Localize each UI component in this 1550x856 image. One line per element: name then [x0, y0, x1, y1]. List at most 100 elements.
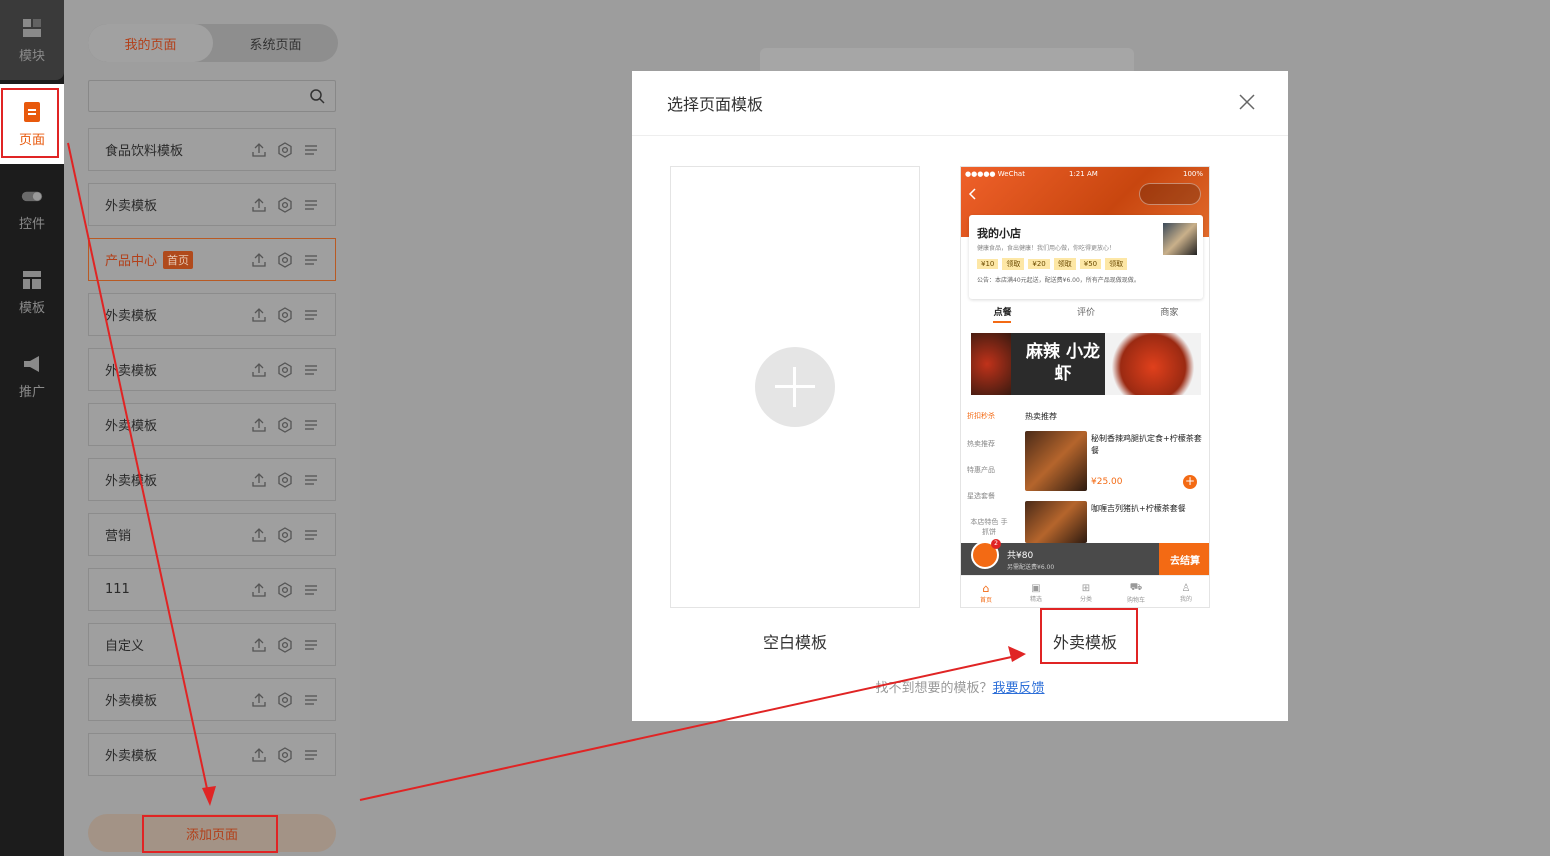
takeaway-template-card[interactable]: ●●●●● WeChat 1:21 AM 100% 我的小店 健康食品，食出健康…: [960, 166, 1210, 608]
shop-notice: 公告：本店满40元起送，配送费¥6.00，所有产品现做现做。: [977, 277, 1140, 284]
rail-item-module[interactable]: 模块: [0, 0, 64, 80]
blank-template-card[interactable]: [670, 166, 920, 608]
drag-handle-icon[interactable]: [303, 362, 319, 378]
settings-icon[interactable]: [277, 307, 293, 323]
feedback-tip: 找不到想要的模板？我要反馈: [632, 677, 1288, 696]
page-list: 食品饮料模板 外卖模板 产品中心 首页 外卖模板 外卖模板 外卖模板 外卖模板 营销 111 自定义…: [88, 128, 336, 796]
search-input[interactable]: [88, 80, 336, 112]
upload-icon[interactable]: [251, 307, 267, 323]
shop-photo: [1163, 223, 1197, 255]
page-list-item[interactable]: 营销: [88, 513, 336, 556]
page-list-item[interactable]: 外卖模板: [88, 293, 336, 336]
preview-carrier: ●●●●● WeChat: [965, 170, 1025, 178]
page-name: 外卖模板: [105, 199, 158, 214]
page-actions: [251, 472, 319, 488]
coupon: ¥50: [1079, 259, 1102, 269]
settings-icon[interactable]: [277, 142, 293, 158]
upload-icon[interactable]: [251, 637, 267, 653]
coupon: 领取: [1002, 258, 1025, 270]
upload-icon[interactable]: [251, 417, 267, 433]
drag-handle-icon[interactable]: [303, 307, 319, 323]
preview-time: 1:21 AM: [1069, 170, 1098, 178]
page-list-item[interactable]: 外卖模板: [88, 183, 336, 226]
tabbar-category: ⊞ 分类: [1061, 576, 1111, 607]
page-list-item[interactable]: 食品饮料模板: [88, 128, 336, 171]
page-list-item[interactable]: 外卖模板: [88, 458, 336, 501]
page-name: 营销: [105, 529, 132, 544]
upload-icon[interactable]: [251, 142, 267, 158]
drag-handle-icon[interactable]: [303, 637, 319, 653]
settings-icon[interactable]: [277, 197, 293, 213]
coupon: ¥20: [1028, 259, 1050, 269]
page-list-item[interactable]: 产品中心 首页: [88, 238, 336, 281]
upload-icon[interactable]: [251, 472, 267, 488]
highlight-add-page: [142, 815, 278, 853]
page-list-item[interactable]: 外卖模板: [88, 733, 336, 776]
tab-system-pages[interactable]: 系统页面: [213, 24, 338, 62]
category-item: 星选套餐: [967, 492, 995, 500]
drag-handle-icon[interactable]: [303, 142, 319, 158]
settings-icon[interactable]: [277, 582, 293, 598]
settings-icon[interactable]: [277, 362, 293, 378]
drag-handle-icon[interactable]: [303, 747, 319, 763]
drag-handle-icon[interactable]: [303, 692, 319, 708]
upload-icon[interactable]: [251, 362, 267, 378]
page-list-item[interactable]: 外卖模板: [88, 348, 336, 391]
coupon: 领取: [1105, 258, 1128, 270]
home-icon: ⌂: [982, 581, 990, 595]
page-list-item[interactable]: 自定义: [88, 623, 336, 666]
banner-crayfish: [1105, 333, 1201, 395]
search-icon: [310, 89, 325, 104]
settings-icon[interactable]: [277, 417, 293, 433]
settings-icon[interactable]: [277, 692, 293, 708]
dish-price: ¥25.00: [1091, 477, 1123, 487]
drag-handle-icon[interactable]: [303, 417, 319, 433]
settings-icon[interactable]: [277, 252, 293, 268]
page-name: 外卖模板: [105, 364, 158, 379]
upload-icon[interactable]: [251, 692, 267, 708]
page-actions: [251, 362, 319, 378]
dish-name: 咖喱吉列猪扒+柠檬茶套餐: [1091, 504, 1186, 513]
coupon: 领取: [1053, 258, 1076, 270]
feedback-link[interactable]: 我要反馈: [993, 681, 1045, 696]
tab-my-pages[interactable]: 我的页面: [88, 24, 213, 62]
drag-handle-icon[interactable]: [303, 252, 319, 268]
upload-icon[interactable]: [251, 252, 267, 268]
promo-banner: 麻辣 小龙虾: [971, 333, 1201, 395]
page-name: 外卖模板: [105, 419, 158, 434]
drag-handle-icon[interactable]: [303, 527, 319, 543]
rail-item-controls[interactable]: 控件: [0, 168, 64, 248]
tab-merchant: 商家: [1160, 308, 1179, 318]
cart-bar: 2 共¥80 另需配送费¥6.00 去结算: [961, 539, 1209, 575]
modal-title: 选择页面模板: [632, 71, 1288, 136]
settings-icon[interactable]: [277, 472, 293, 488]
settings-icon[interactable]: [277, 637, 293, 653]
upload-icon[interactable]: [251, 197, 267, 213]
tabbar-me: ♙ 我的: [1161, 576, 1209, 607]
drag-handle-icon[interactable]: [303, 472, 319, 488]
rail-item-template[interactable]: 模板: [0, 252, 64, 332]
plus-icon: [755, 347, 835, 427]
megaphone-icon: [24, 355, 39, 372]
preview-tabbar: ⌂ 首页 ▣ 精选 ⊞ 分类 ⛟ 购物车 ♙ 我的: [961, 575, 1209, 607]
close-icon[interactable]: [1238, 93, 1256, 111]
rail-item-promote[interactable]: 推广: [0, 336, 64, 416]
coupon: ¥10: [977, 259, 999, 269]
category-item: 本店特色 手抓饼: [970, 518, 1008, 536]
settings-icon[interactable]: [277, 747, 293, 763]
tabbar-label: 购物车: [1126, 596, 1145, 604]
upload-icon[interactable]: [251, 747, 267, 763]
page-list-item[interactable]: 外卖模板: [88, 403, 336, 446]
upload-icon[interactable]: [251, 582, 267, 598]
drag-handle-icon[interactable]: [303, 582, 319, 598]
upload-icon[interactable]: [251, 527, 267, 543]
page-name: 外卖模板: [105, 309, 158, 324]
cart-fee: 另需配送费¥6.00: [1007, 564, 1055, 571]
preview-battery: 100%: [1182, 170, 1203, 178]
settings-icon[interactable]: [277, 527, 293, 543]
drag-handle-icon[interactable]: [303, 197, 319, 213]
rail-label: 模板: [18, 300, 45, 316]
page-list-item[interactable]: 111: [88, 568, 336, 611]
page-list-item[interactable]: 外卖模板: [88, 678, 336, 721]
page-actions: [251, 197, 319, 213]
